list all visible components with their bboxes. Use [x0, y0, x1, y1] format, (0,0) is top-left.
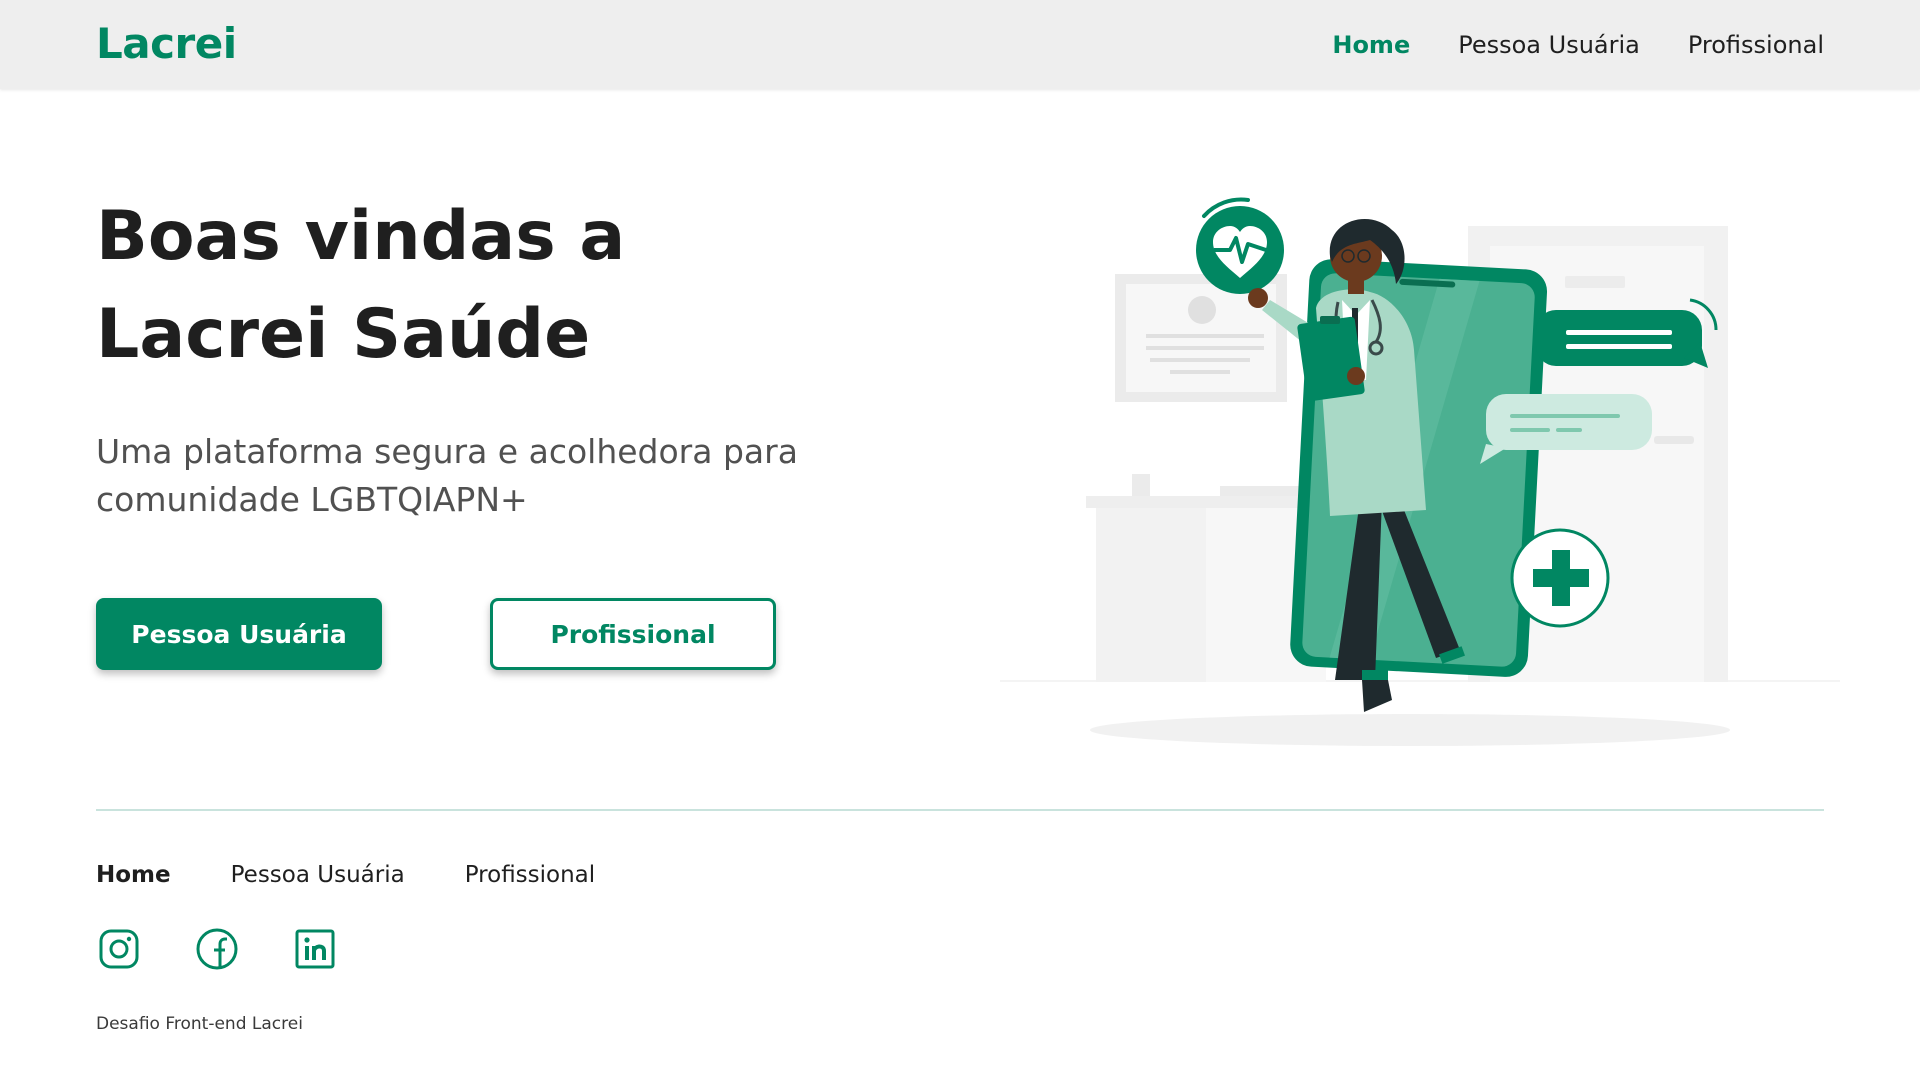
nav-link-pessoa-usuaria[interactable]: Pessoa Usuária — [1458, 28, 1640, 62]
footer-link-pessoa-usuaria[interactable]: Pessoa Usuária — [231, 858, 405, 892]
header-nav: Home Pessoa Usuária Profissional — [1332, 28, 1824, 62]
footer-nav: Home Pessoa Usuária Profissional — [96, 858, 595, 892]
footer-link-home[interactable]: Home — [96, 858, 171, 892]
site-header: Lacrei Home Pessoa Usuária Profissional — [0, 0, 1920, 89]
hero-subtitle: Uma plataforma segura e acolhedora para … — [96, 432, 798, 519]
nav-link-profissional[interactable]: Profissional — [1688, 28, 1824, 62]
linkedin-icon[interactable] — [292, 926, 338, 972]
footer-divider — [96, 809, 1824, 811]
social-links — [96, 926, 338, 972]
pessoa-usuaria-button[interactable]: Pessoa Usuária — [96, 598, 382, 670]
logo[interactable]: Lacrei — [96, 18, 237, 70]
hero-title: Boas vindas a Lacrei Saúde — [96, 197, 626, 374]
facebook-icon[interactable] — [194, 926, 240, 972]
doctor-phone-illustration — [1000, 197, 1840, 746]
copyright-text: Desafio Front-end Lacrei — [96, 1014, 303, 1034]
profissional-button[interactable]: Profissional — [490, 598, 776, 670]
instagram-icon[interactable] — [96, 926, 142, 972]
nav-link-home[interactable]: Home — [1332, 28, 1410, 62]
footer-link-profissional[interactable]: Profissional — [465, 858, 595, 892]
